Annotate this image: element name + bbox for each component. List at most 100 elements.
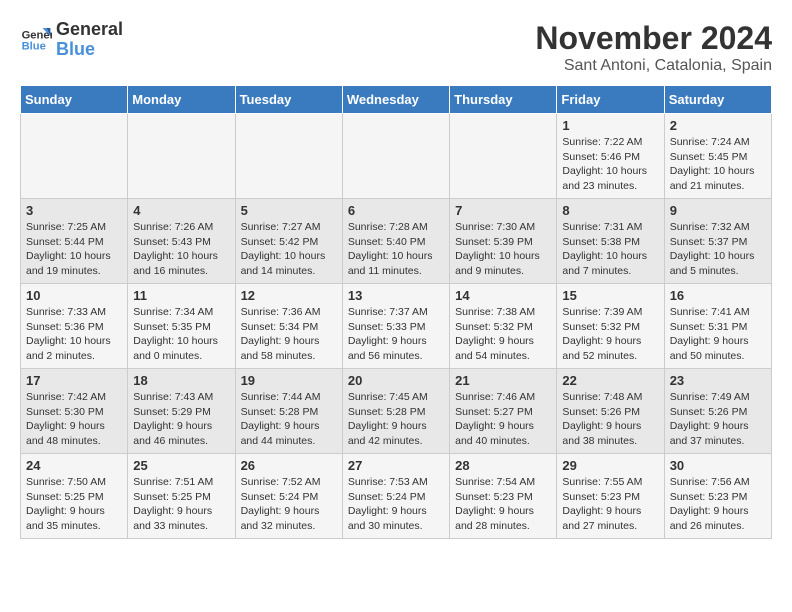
day-number: 12: [241, 288, 337, 303]
empty-cell: [342, 114, 449, 199]
day-cell-4: 4Sunrise: 7:26 AM Sunset: 5:43 PM Daylig…: [128, 199, 235, 284]
day-detail: Sunrise: 7:44 AM Sunset: 5:28 PM Dayligh…: [241, 390, 337, 449]
weekday-header-saturday: Saturday: [664, 86, 771, 114]
day-number: 24: [26, 458, 122, 473]
day-cell-13: 13 Sunrise: 7:37 AM Sunset: 5:33 PM Dayli…: [342, 284, 449, 369]
day-number: 7: [455, 203, 551, 218]
weekday-header-thursday: Thursday: [450, 86, 557, 114]
month-title: November 2024: [535, 20, 772, 57]
day-detail: Sunrise: 7:30 AM Sunset: 5:39 PM Dayligh…: [455, 220, 551, 279]
day-cell-10: 10 Sunrise: 7:33 AM Sunset: 5:36 PM Dayli…: [21, 284, 128, 369]
day-cell-29: 29 Sunrise: 7:55 AM Sunset: 5:23 PM Dayli…: [557, 454, 664, 539]
day-number: 21: [455, 373, 551, 388]
logo-icon: General Blue: [20, 24, 52, 56]
day-number: 30: [670, 458, 766, 473]
day-number: 11: [133, 288, 229, 303]
day-cell-5: 5 Sunrise: 7:27 AM Sunset: 5:42 PM Daylig…: [235, 199, 342, 284]
logo-general: General: [56, 20, 123, 40]
day-detail: Sunrise: 7:33 AM Sunset: 5:36 PM Dayligh…: [26, 305, 122, 364]
day-cell-17: 17 Sunrise: 7:42 AM Sunset: 5:30 PM Dayli…: [21, 369, 128, 454]
week-row-1: 1 Sunrise: 7:22 AM Sunset: 5:46 PM Daylig…: [21, 114, 772, 199]
day-number: 17: [26, 373, 122, 388]
empty-cell: [450, 114, 557, 199]
day-number: 27: [348, 458, 444, 473]
week-row-3: 10 Sunrise: 7:33 AM Sunset: 5:36 PM Dayli…: [21, 284, 772, 369]
day-cell-25: 25 Sunrise: 7:51 AM Sunset: 5:25 PM Dayli…: [128, 454, 235, 539]
day-detail: Sunrise: 7:24 AM Sunset: 5:45 PM Dayligh…: [670, 135, 766, 194]
weekday-header-friday: Friday: [557, 86, 664, 114]
day-detail: Sunrise: 7:54 AM Sunset: 5:23 PM Dayligh…: [455, 475, 551, 534]
day-number: 22: [562, 373, 658, 388]
day-detail: Sunrise: 7:55 AM Sunset: 5:23 PM Dayligh…: [562, 475, 658, 534]
day-detail: Sunrise: 7:27 AM Sunset: 5:42 PM Dayligh…: [241, 220, 337, 279]
day-cell-28: 28 Sunrise: 7:54 AM Sunset: 5:23 PM Dayli…: [450, 454, 557, 539]
day-cell-8: 8 Sunrise: 7:31 AM Sunset: 5:38 PM Daylig…: [557, 199, 664, 284]
day-detail: Sunrise: 7:34 AM Sunset: 5:35 PM Dayligh…: [133, 305, 229, 364]
day-cell-2: 2Sunrise: 7:24 AM Sunset: 5:45 PM Daylig…: [664, 114, 771, 199]
day-number: 25: [133, 458, 229, 473]
day-detail: Sunrise: 7:36 AM Sunset: 5:34 PM Dayligh…: [241, 305, 337, 364]
day-number: 4: [133, 203, 229, 218]
day-cell-15: 15Sunrise: 7:39 AM Sunset: 5:32 PM Dayli…: [557, 284, 664, 369]
day-number: 1: [562, 118, 658, 133]
day-detail: Sunrise: 7:45 AM Sunset: 5:28 PM Dayligh…: [348, 390, 444, 449]
day-cell-23: 23Sunrise: 7:49 AM Sunset: 5:26 PM Dayli…: [664, 369, 771, 454]
day-detail: Sunrise: 7:56 AM Sunset: 5:23 PM Dayligh…: [670, 475, 766, 534]
day-detail: Sunrise: 7:42 AM Sunset: 5:30 PM Dayligh…: [26, 390, 122, 449]
weekday-header-tuesday: Tuesday: [235, 86, 342, 114]
day-number: 18: [133, 373, 229, 388]
day-detail: Sunrise: 7:49 AM Sunset: 5:26 PM Dayligh…: [670, 390, 766, 449]
day-number: 9: [670, 203, 766, 218]
empty-cell: [128, 114, 235, 199]
logo-blue: Blue: [56, 40, 123, 60]
logo: General Blue General Blue: [20, 20, 123, 60]
day-number: 8: [562, 203, 658, 218]
header-row: SundayMondayTuesdayWednesdayThursdayFrid…: [21, 86, 772, 114]
day-cell-7: 7 Sunrise: 7:30 AM Sunset: 5:39 PM Daylig…: [450, 199, 557, 284]
day-detail: Sunrise: 7:46 AM Sunset: 5:27 PM Dayligh…: [455, 390, 551, 449]
day-detail: Sunrise: 7:22 AM Sunset: 5:46 PM Dayligh…: [562, 135, 658, 194]
day-cell-26: 26 Sunrise: 7:52 AM Sunset: 5:24 PM Dayli…: [235, 454, 342, 539]
weekday-header-wednesday: Wednesday: [342, 86, 449, 114]
day-detail: Sunrise: 7:51 AM Sunset: 5:25 PM Dayligh…: [133, 475, 229, 534]
day-detail: Sunrise: 7:28 AM Sunset: 5:40 PM Dayligh…: [348, 220, 444, 279]
day-detail: Sunrise: 7:50 AM Sunset: 5:25 PM Dayligh…: [26, 475, 122, 534]
calendar-table: SundayMondayTuesdayWednesdayThursdayFrid…: [20, 85, 772, 539]
day-number: 28: [455, 458, 551, 473]
svg-text:Blue: Blue: [22, 40, 46, 52]
day-number: 3: [26, 203, 122, 218]
day-cell-18: 18 Sunrise: 7:43 AM Sunset: 5:29 PM Dayli…: [128, 369, 235, 454]
day-number: 20: [348, 373, 444, 388]
week-row-4: 17 Sunrise: 7:42 AM Sunset: 5:30 PM Dayli…: [21, 369, 772, 454]
day-cell-16: 16Sunrise: 7:41 AM Sunset: 5:31 PM Dayli…: [664, 284, 771, 369]
header: General Blue General Blue November 2024 …: [20, 20, 772, 75]
day-number: 6: [348, 203, 444, 218]
day-detail: Sunrise: 7:48 AM Sunset: 5:26 PM Dayligh…: [562, 390, 658, 449]
day-detail: Sunrise: 7:32 AM Sunset: 5:37 PM Dayligh…: [670, 220, 766, 279]
day-cell-20: 20 Sunrise: 7:45 AM Sunset: 5:28 PM Dayli…: [342, 369, 449, 454]
day-number: 13: [348, 288, 444, 303]
day-number: 16: [670, 288, 766, 303]
day-number: 19: [241, 373, 337, 388]
day-cell-27: 27 Sunrise: 7:53 AM Sunset: 5:24 PM Dayli…: [342, 454, 449, 539]
day-cell-14: 14Sunrise: 7:38 AM Sunset: 5:32 PM Dayli…: [450, 284, 557, 369]
weekday-header-sunday: Sunday: [21, 86, 128, 114]
day-cell-22: 22 Sunrise: 7:48 AM Sunset: 5:26 PM Dayli…: [557, 369, 664, 454]
day-detail: Sunrise: 7:39 AM Sunset: 5:32 PM Dayligh…: [562, 305, 658, 364]
day-detail: Sunrise: 7:37 AM Sunset: 5:33 PM Dayligh…: [348, 305, 444, 364]
day-cell-12: 12 Sunrise: 7:36 AM Sunset: 5:34 PM Dayli…: [235, 284, 342, 369]
day-detail: Sunrise: 7:25 AM Sunset: 5:44 PM Dayligh…: [26, 220, 122, 279]
day-detail: Sunrise: 7:52 AM Sunset: 5:24 PM Dayligh…: [241, 475, 337, 534]
day-detail: Sunrise: 7:43 AM Sunset: 5:29 PM Dayligh…: [133, 390, 229, 449]
day-number: 26: [241, 458, 337, 473]
day-cell-21: 21 Sunrise: 7:46 AM Sunset: 5:27 PM Dayli…: [450, 369, 557, 454]
day-cell-9: 9 Sunrise: 7:32 AM Sunset: 5:37 PM Daylig…: [664, 199, 771, 284]
day-number: 29: [562, 458, 658, 473]
day-number: 5: [241, 203, 337, 218]
day-number: 10: [26, 288, 122, 303]
day-cell-3: 3 Sunrise: 7:25 AM Sunset: 5:44 PM Daylig…: [21, 199, 128, 284]
day-detail: Sunrise: 7:31 AM Sunset: 5:38 PM Dayligh…: [562, 220, 658, 279]
day-detail: Sunrise: 7:53 AM Sunset: 5:24 PM Dayligh…: [348, 475, 444, 534]
day-cell-24: 24 Sunrise: 7:50 AM Sunset: 5:25 PM Dayli…: [21, 454, 128, 539]
title-area: November 2024 Sant Antoni, Catalonia, Sp…: [535, 20, 772, 75]
